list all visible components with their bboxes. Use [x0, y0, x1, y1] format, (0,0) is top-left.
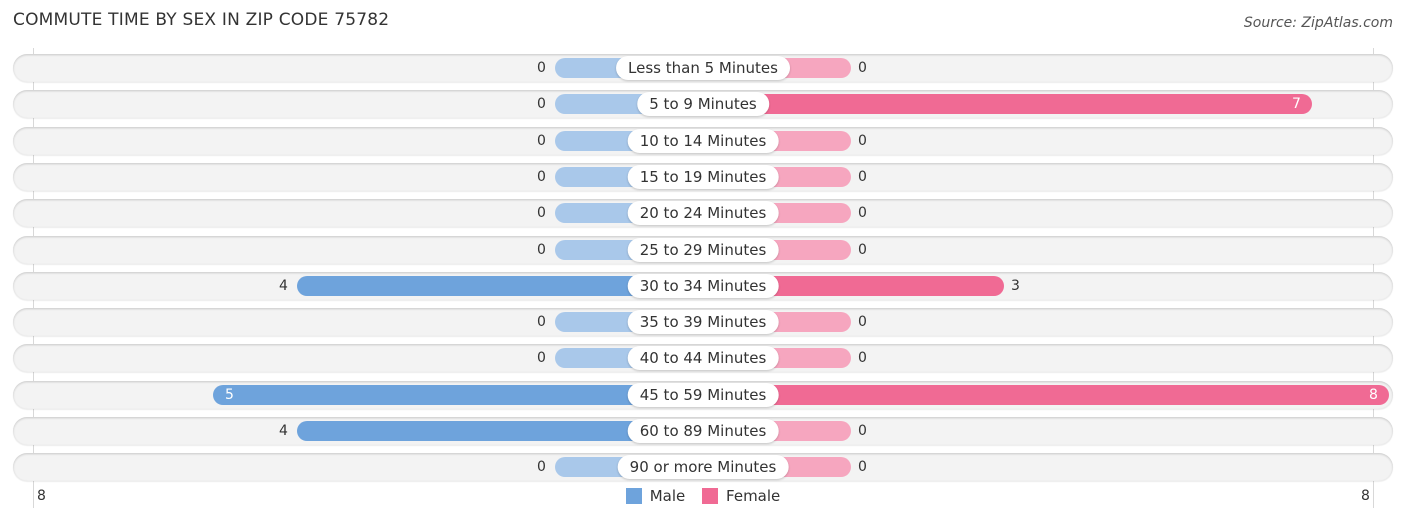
- female-value-label: 0: [858, 459, 867, 476]
- legend-label-female: Female: [726, 487, 781, 505]
- source-label: Source: ZipAtlas.com: [1243, 15, 1393, 31]
- category-label: 45 to 59 Minutes: [627, 382, 779, 407]
- male-value-label: 0: [537, 314, 546, 331]
- category-label: 5 to 9 Minutes: [637, 92, 769, 117]
- legend-label-male: Male: [649, 487, 686, 505]
- category-label: Less than 5 Minutes: [616, 56, 790, 80]
- category-label: 35 to 39 Minutes: [627, 310, 779, 335]
- female-bar[interactable]: [703, 94, 1312, 115]
- category-label: 30 to 34 Minutes: [627, 273, 779, 298]
- female-value-label: 0: [858, 168, 867, 185]
- category-label: 15 to 19 Minutes: [627, 164, 779, 189]
- female-value-label: 7: [1292, 96, 1301, 113]
- male-value-label: 0: [537, 132, 546, 149]
- chart-title: COMMUTE TIME BY SEX IN ZIP CODE 75782: [13, 10, 390, 30]
- legend: Male Female: [0, 487, 1406, 508]
- male-value-label: 4: [279, 423, 288, 439]
- category-label: 20 to 24 Minutes: [627, 201, 779, 226]
- male-value-label: 0: [537, 168, 546, 185]
- female-swatch-icon: [702, 488, 719, 504]
- category-label: 40 to 44 Minutes: [627, 346, 779, 371]
- category-label: 25 to 29 Minutes: [627, 237, 779, 262]
- male-swatch-icon: [625, 488, 642, 504]
- legend-item-male[interactable]: Male: [625, 487, 686, 505]
- female-value-label: 0: [858, 132, 867, 149]
- female-bar[interactable]: [703, 384, 1389, 405]
- male-value-label: 0: [537, 459, 546, 476]
- category-label: 90 or more Minutes: [617, 455, 789, 480]
- female-value-label: 0: [858, 423, 867, 439]
- male-value-label: 0: [537, 205, 546, 222]
- legend-item-female[interactable]: Female: [702, 487, 780, 505]
- female-value-label: 0: [858, 314, 867, 331]
- male-value-label: 0: [537, 350, 546, 367]
- male-value-label: 4: [279, 277, 288, 294]
- male-value-label: 0: [537, 241, 546, 258]
- female-value-label: 0: [858, 60, 867, 76]
- female-value-label: 0: [858, 350, 867, 367]
- female-value-label: 0: [858, 205, 867, 222]
- female-value-label: 8: [1369, 386, 1378, 403]
- category-label: 60 to 89 Minutes: [627, 419, 779, 443]
- category-label: 10 to 14 Minutes: [627, 128, 779, 153]
- male-value-label: 0: [537, 96, 546, 113]
- male-value-label: 5: [225, 386, 234, 403]
- female-value-label: 3: [1011, 277, 1020, 294]
- male-value-label: 0: [537, 60, 546, 76]
- female-value-label: 0: [858, 241, 867, 258]
